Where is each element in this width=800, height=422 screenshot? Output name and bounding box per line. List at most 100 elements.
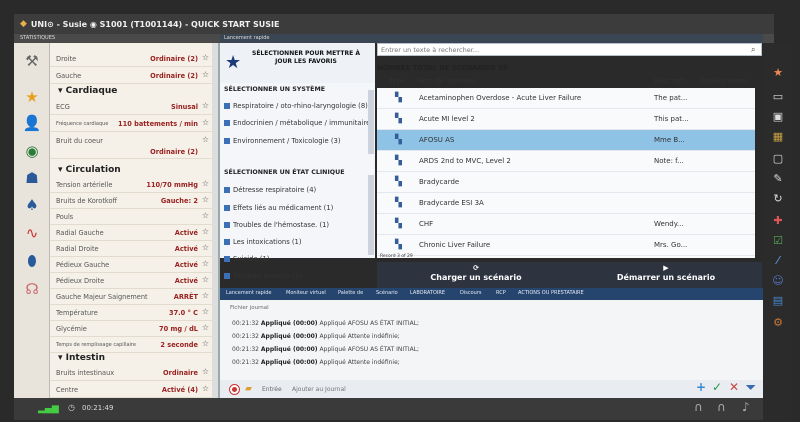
favorite-icon[interactable]: ☆: [202, 243, 209, 252]
section-cardiaque[interactable]: ▾ Cardiaque: [58, 86, 117, 96]
clinical-item[interactable]: Effets liés au médicament (1): [224, 204, 333, 212]
clinical-item[interactable]: Les intoxications (1): [224, 238, 302, 246]
scenario-row[interactable]: ▚ CHF Wendy...: [377, 214, 755, 235]
favorite-icon[interactable]: ☆: [202, 195, 209, 204]
vital-row[interactable]: Radial Droite Activé ☆: [50, 241, 212, 257]
folder-icon[interactable]: ▰: [245, 384, 252, 394]
record-button[interactable]: [229, 384, 240, 395]
tab-quick-launch[interactable]: Lancement rapide: [226, 290, 271, 296]
favorite-icon[interactable]: ☆: [202, 339, 209, 348]
vital-row-bowel-sounds[interactable]: Bruits intestinaux Ordinaire ☆: [50, 365, 212, 381]
clinical-item[interactable]: Troubles de l'hémostase. (1): [224, 221, 329, 229]
screen-icon[interactable]: ▢: [771, 151, 785, 165]
vital-row-heart-rate[interactable]: Fréquence cardiaque 110 battements / min…: [50, 116, 212, 132]
favorite-icon[interactable]: ☆: [202, 53, 209, 62]
wrench-icon[interactable]: ⚒: [20, 51, 44, 71]
close-icon[interactable]: ✕: [729, 380, 739, 394]
vital-row-ecg[interactable]: ECG Sinusal ☆: [50, 99, 212, 115]
add-icon[interactable]: +: [696, 380, 706, 394]
start-scenario-button[interactable]: ▶ Démarrer un scénario: [571, 264, 761, 288]
favorite-icon[interactable]: ☆: [202, 307, 209, 316]
filter-icon[interactable]: ⏷: [746, 380, 756, 395]
favorite-icon[interactable]: ☆: [202, 384, 209, 393]
system-item[interactable]: Endocrinien / métabolique / immunitaire: [224, 119, 370, 127]
favorite-icon[interactable]: ☆: [202, 323, 209, 332]
vital-row[interactable]: Tension artérielle 110/70 mmHg ☆: [50, 177, 212, 193]
vital-row-droite[interactable]: Droite Ordinaire (2) ☆: [50, 51, 212, 67]
vital-row[interactable]: Température 37.0 ° C ☆: [50, 305, 212, 321]
grid-icon[interactable]: ▦: [771, 129, 785, 143]
favorite-icon[interactable]: ☆: [202, 259, 209, 268]
lungs-icon[interactable]: ♠: [20, 195, 44, 215]
system-item[interactable]: Environnement / Toxicologie (3): [224, 137, 340, 145]
clinical-item[interactable]: Suicide (1): [224, 255, 269, 263]
scenario-row[interactable]: ▚ Bradycarde ESI 3A: [377, 193, 755, 214]
favorite-icon[interactable]: ☆: [202, 70, 209, 79]
person-icon[interactable]: ☺: [771, 273, 785, 287]
tab-palette[interactable]: Palette de: [338, 290, 363, 296]
vital-row[interactable]: Radial Gauche Activé ☆: [50, 225, 212, 241]
col-description[interactable]: Descripti...: [654, 77, 692, 85]
microphone-icon[interactable]: ♪: [742, 400, 750, 414]
favorite-icon[interactable]: ☆: [202, 118, 209, 127]
favorite-icon[interactable]: ☆: [202, 135, 209, 144]
circulation-icon[interactable]: ⬮: [20, 251, 44, 271]
scenario-row[interactable]: ▚ Bradycarde: [377, 172, 755, 193]
section-circulation[interactable]: ▾ Circulation: [58, 165, 121, 175]
favorites-label[interactable]: SÉLECTIONNER POUR METTRE À JOUR LES FAVO…: [243, 50, 369, 66]
vital-row[interactable]: Pouls ☆: [50, 209, 212, 225]
scenario-row[interactable]: ▚ ARDS 2nd to MVC, Level 2 Note: f...: [377, 151, 755, 172]
scenario-row[interactable]: ▚ AFOSU AS Mme B...: [377, 130, 755, 151]
vital-row[interactable]: Pédieux Gauche Activé ☆: [50, 257, 212, 273]
gear-icon[interactable]: ⚙: [771, 315, 785, 329]
vital-row[interactable]: Temps de remplissage capillaire 2 seconde…: [50, 337, 212, 353]
clinical-item[interactable]: Détresse respiratoire (4): [224, 186, 316, 194]
load-scenario-button[interactable]: ⟳ Charger un scénario: [381, 264, 571, 288]
check-box-icon[interactable]: ☑: [771, 233, 785, 247]
vital-row[interactable]: Gauche Majeur Saignement ARRÊT ☆: [50, 289, 212, 305]
refresh-icon[interactable]: ↻: [771, 191, 785, 205]
head-icon[interactable]: ☗: [20, 168, 44, 188]
vital-row[interactable]: Bruits de Korotkoff Gauche: 2 ☆: [50, 193, 212, 209]
favorite-icon[interactable]: ☆: [202, 367, 209, 376]
tab-speech[interactable]: Discours: [460, 290, 481, 296]
search-icon[interactable]: ⌕: [751, 45, 755, 55]
tool-icon[interactable]: ✚: [771, 213, 785, 227]
scenario-row[interactable]: ▚ Acute MI level 2 This pat...: [377, 109, 755, 130]
tab-laboratory[interactable]: LABORATOIRE: [410, 290, 445, 296]
system-item[interactable]: Respiratoire / oto-rhino-laryngologie (8…: [224, 102, 368, 110]
scenario-row[interactable]: ▚ Chronic Liver Failure Mrs. Go...: [377, 235, 755, 256]
person-icon[interactable]: 👤: [20, 113, 44, 133]
star-icon[interactable]: ★: [771, 65, 785, 79]
pen-icon[interactable]: ✎: [771, 171, 785, 185]
intestine-icon[interactable]: ☊: [20, 279, 44, 299]
tab-actions-provider[interactable]: ACTIONS OU PRESTATAIRE: [518, 290, 584, 296]
search-input[interactable]: [378, 44, 761, 55]
panel-icon[interactable]: ▤: [771, 293, 785, 307]
check-icon[interactable]: ✓: [712, 380, 722, 394]
col-type[interactable]: Type: [389, 77, 405, 85]
vital-row-centre[interactable]: Centre Activé (4) ☆: [50, 382, 212, 398]
clinical-scrollbar[interactable]: [368, 175, 374, 255]
syringe-icon[interactable]: ⁄: [771, 253, 785, 267]
monitor-icon[interactable]: ▭: [771, 89, 785, 103]
vitals-scrollbar[interactable]: [212, 43, 218, 398]
vital-row-heart-sound[interactable]: Bruit du coeur Ordinaire (2) ☆: [50, 133, 212, 159]
tab-scenario[interactable]: Scénario: [376, 290, 398, 296]
scenario-row[interactable]: ▚ Acetaminophen Overdose - Acute Liver Fa…: [377, 88, 755, 109]
tab-cpr[interactable]: RCP: [496, 290, 506, 296]
video-icon[interactable]: ▣: [771, 109, 785, 123]
heartbeat-icon[interactable]: ∿: [20, 223, 44, 243]
favorite-icon[interactable]: ☆: [202, 275, 209, 284]
favorite-icon[interactable]: ☆: [202, 179, 209, 188]
clinical-item[interactable]: Troubles anxieux (1): [224, 272, 302, 280]
tab-virtual-monitor[interactable]: Moniteur virtuel: [286, 290, 326, 296]
favorite-icon[interactable]: ☆: [202, 101, 209, 110]
favorite-icon[interactable]: ☆: [202, 211, 209, 220]
favorite-icon[interactable]: ☆: [202, 227, 209, 236]
col-name[interactable]: Nom de scénario: [417, 77, 476, 85]
favorites-star-icon[interactable]: ★: [225, 52, 241, 73]
scenario-search-box[interactable]: [377, 43, 762, 56]
log-entry-input[interactable]: [292, 384, 532, 394]
vital-row[interactable]: Glycémie 70 mg / dL ☆: [50, 321, 212, 337]
